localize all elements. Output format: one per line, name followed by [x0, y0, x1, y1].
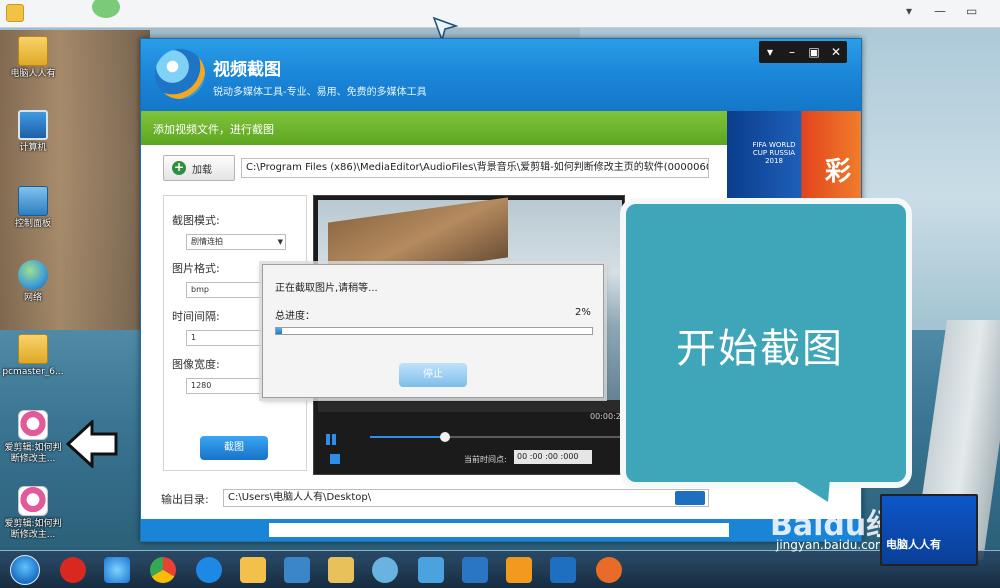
folder-icon	[18, 334, 48, 364]
left-arrow-icon	[66, 420, 118, 468]
notes-icon[interactable]	[240, 557, 266, 583]
desktop-icon-network[interactable]: 网络	[0, 260, 66, 304]
desktop-icon-aijianji-2[interactable]: 爱剪辑:如何判断修改主...	[0, 486, 66, 541]
computer-icon	[18, 110, 48, 140]
app-blue-icon[interactable]	[284, 557, 310, 583]
current-time-field[interactable]: 00 :00 :00 :000	[514, 450, 592, 464]
ie-browser-icon[interactable]	[104, 557, 130, 583]
search-app-icon[interactable]	[196, 557, 222, 583]
width-value: 1280	[191, 381, 212, 390]
interval-value: 1	[191, 333, 197, 342]
app-logo-icon	[155, 49, 205, 99]
ad-caption: FIFA WORLD CUP RUSSIA 2018	[752, 141, 796, 165]
green-icon	[92, 0, 120, 18]
minimize-icon[interactable]: ▾	[906, 4, 912, 18]
mode-value: 剧情连拍	[191, 237, 223, 246]
control-panel-icon	[18, 186, 48, 216]
app-swirl-icon[interactable]	[372, 557, 398, 583]
seek-fill	[370, 436, 445, 438]
network-icon	[18, 260, 48, 290]
progress-message: 正在截取图片,请稍等...	[275, 283, 378, 294]
current-time-label: 当前时间点:	[464, 455, 507, 464]
aijianji-icon	[18, 410, 48, 440]
desktop-icon-label: 计算机	[19, 143, 47, 153]
desktop-icon-computer[interactable]: 计算机	[0, 110, 66, 154]
callout-text: 开始截图	[676, 326, 844, 372]
menu-icon[interactable]: ▾	[759, 41, 781, 63]
desktop-icon-pcmaster[interactable]: pcmaster_6...	[0, 334, 66, 378]
desktop-icon-user-folder[interactable]: 电脑人人有	[0, 36, 66, 80]
taskbar	[0, 550, 1000, 588]
background-window-strip: ▾ — ▭	[0, 0, 1000, 28]
seek-bar[interactable]	[370, 432, 620, 442]
load-button-label: 加载	[192, 164, 212, 176]
callout-bubble: 开始截图	[620, 198, 918, 502]
interval-label: 时间间隔:	[172, 310, 220, 323]
desktop-icon-aijianji-1[interactable]: 爱剪辑:如何判断修改主...	[0, 410, 66, 465]
app-red-icon[interactable]	[60, 557, 86, 583]
media-icon[interactable]	[506, 557, 532, 583]
progress-label: 总进度：	[275, 311, 315, 322]
instruction-banner: 添加视频文件，进行截图	[141, 111, 727, 145]
output-label: 输出目录:	[161, 493, 209, 506]
aijianji-icon	[18, 486, 48, 516]
stop-icon	[330, 454, 340, 464]
app-corner-icon	[6, 4, 24, 22]
desktop-icon-label: 网络	[23, 293, 42, 303]
stop-button[interactable]: 停止	[399, 363, 467, 387]
format-label: 图片格式:	[172, 262, 220, 275]
desktop-icon-control-panel[interactable]: 控制面板	[0, 186, 66, 230]
format-value: bmp	[191, 285, 209, 294]
progress-bar	[275, 327, 593, 335]
app-subtitle: 锐动多媒体工具-专业、易用、免费的多媒体工具	[213, 87, 427, 98]
app-orange-icon[interactable]	[596, 557, 622, 583]
progress-dialog: 正在截取图片,请稍等... 总进度： 2% 停止	[262, 264, 604, 398]
seek-knob[interactable]	[440, 432, 450, 442]
desktop-icon-label: 爱剪辑:如何判断修改主...	[4, 443, 62, 464]
preview-taskbar-strip	[318, 400, 622, 412]
maximize-icon[interactable]: ▣	[803, 41, 825, 63]
app-title: 视频截图	[213, 60, 281, 80]
minimize-icon[interactable]: –	[781, 41, 803, 63]
pause-stop-controls[interactable]	[326, 430, 350, 464]
desktop-icon-label: 控制面板	[14, 219, 51, 229]
restore-icon[interactable]: —	[934, 4, 946, 18]
desktop-icon-label: 电脑人人有	[10, 69, 56, 79]
maximize-icon[interactable]: ▭	[966, 4, 977, 18]
window-header: 视频截图 锐动多媒体工具-专业、易用、免费的多媒体工具 ▾ – ▣ ✕	[141, 39, 861, 111]
width-label: 图像宽度:	[172, 358, 220, 371]
file-path-field[interactable]: C:\Program Files (x86)\MediaEditor\Audio…	[241, 158, 709, 178]
footer-progress-bar	[269, 523, 729, 537]
capture-button[interactable]: 截图	[200, 436, 268, 460]
folder-icon	[18, 36, 48, 66]
channel-sign-text: 电脑人人有	[886, 538, 941, 551]
chevron-down-icon: ▼	[277, 238, 283, 246]
close-icon[interactable]: ✕	[825, 41, 847, 63]
mode-label: 截图模式:	[172, 214, 220, 227]
ad-text: 彩	[825, 157, 852, 187]
instruction-text: 添加视频文件，进行截图	[153, 123, 274, 136]
pause-icon	[326, 434, 330, 445]
baidu-watermark-url: jingyan.baidu.com	[776, 538, 887, 552]
app-grid-icon[interactable]	[550, 557, 576, 583]
load-button[interactable]: + 加载	[163, 155, 235, 181]
plus-icon: +	[172, 160, 186, 175]
mode-select[interactable]: 剧情连拍 ▼	[186, 234, 286, 250]
window-controls: ▾ – ▣ ✕	[759, 41, 847, 63]
channel-sign: 电脑人人有	[880, 494, 978, 566]
progress-percent: 2%	[575, 307, 591, 318]
file-explorer-icon[interactable]	[328, 557, 354, 583]
start-button[interactable]	[10, 555, 40, 585]
desktop-icon-label: pcmaster_6...	[2, 367, 64, 377]
pause-icon	[332, 434, 336, 445]
desktop-icon-label: 爱剪辑:如何判断修改主...	[4, 519, 62, 540]
paint-icon[interactable]	[418, 557, 444, 583]
chrome-icon[interactable]	[150, 557, 176, 583]
app-window-icon[interactable]	[462, 557, 488, 583]
progress-bar-fill	[276, 328, 282, 334]
